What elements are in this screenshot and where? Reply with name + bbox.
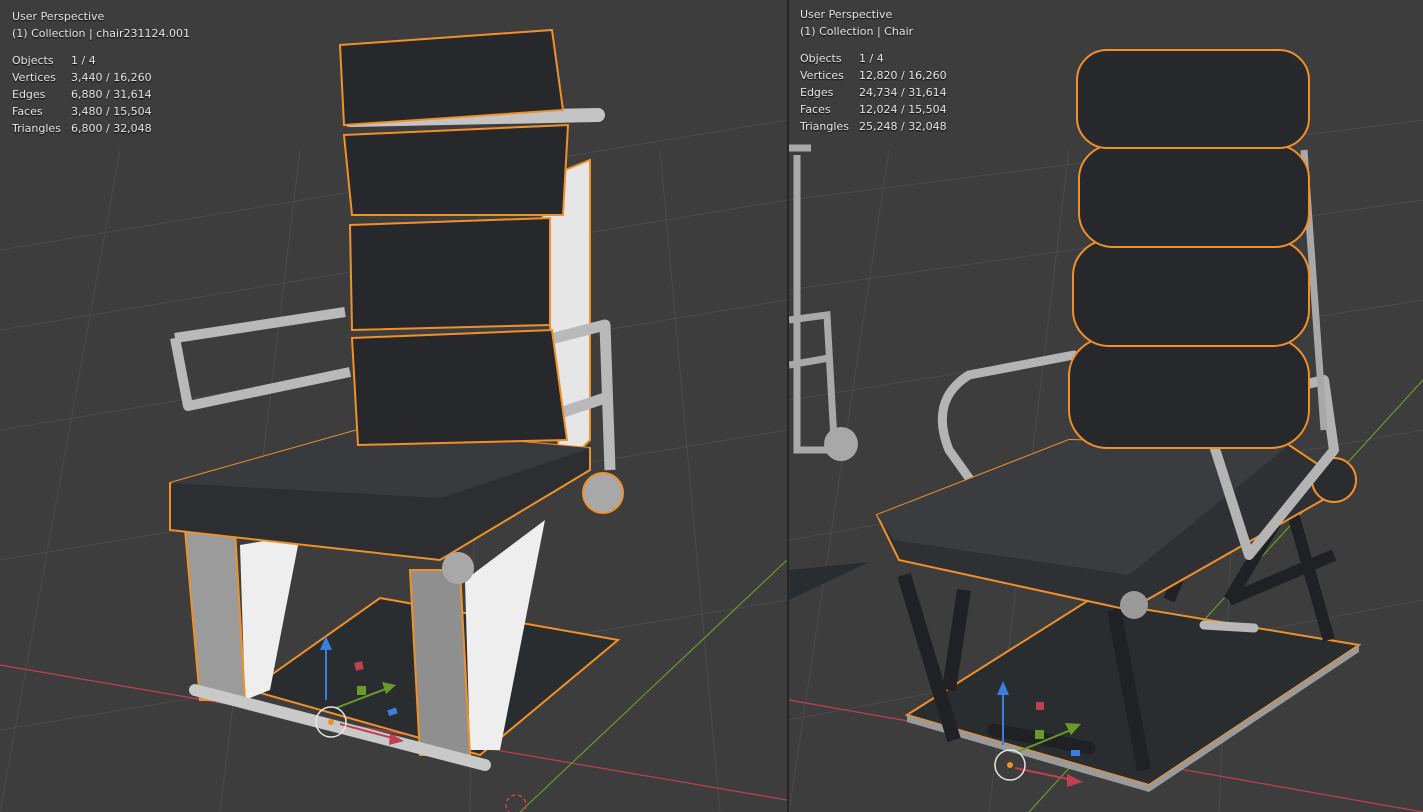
partial-base [789, 562, 869, 600]
backrest-pad-1 [1076, 49, 1310, 149]
stats-row: Faces 12,024 / 15,504 [800, 101, 947, 118]
stat-label: Objects [800, 52, 842, 65]
partial-knob [824, 427, 858, 461]
backrest-pad-2 [342, 123, 570, 216]
left-stats-table: Objects 1 / 4 Vertices 3,440 / 16,260 Edge… [12, 52, 152, 137]
stat-label: Edges [800, 86, 834, 99]
stat-value: 3,480 / 15,504 [71, 105, 152, 118]
backrest-pad-1 [338, 28, 565, 127]
object-origin-dot [328, 719, 334, 725]
front-leg-left [183, 529, 247, 701]
seat-front-knob [442, 552, 474, 584]
stat-label: Triangles [12, 122, 61, 135]
gizmo-xz-plane[interactable] [1036, 702, 1044, 710]
right-stats-table: Objects 1 / 4 Vertices 12,820 / 16,260 Edg… [800, 50, 947, 135]
stat-label: Faces [800, 103, 831, 116]
other-chair-partial [789, 144, 869, 600]
stat-label: Vertices [12, 71, 56, 84]
stats-row: Objects 1 / 4 [12, 52, 152, 69]
chair-model-selected[interactable] [169, 28, 624, 771]
stat-value: 3,440 / 16,260 [71, 71, 152, 84]
right-viewport-info-overlay: User Perspective (1) Collection | Chair … [800, 6, 947, 135]
object-origin-dot [1007, 762, 1013, 768]
left-perspective-label: User Perspective [12, 10, 105, 23]
stat-label: Objects [12, 54, 54, 67]
stat-label: Triangles [800, 120, 849, 133]
stat-label: Edges [12, 88, 46, 101]
stat-value: 12,024 / 15,504 [859, 103, 947, 116]
stats-row: Vertices 3,440 / 16,260 [12, 69, 152, 86]
backrest-pad-2 [1078, 144, 1310, 248]
backrest-pad-4 [350, 328, 569, 447]
partial-frame [789, 144, 839, 454]
gizmo-yz-plane[interactable] [1035, 730, 1044, 739]
stat-value: 6,800 / 32,048 [71, 122, 152, 135]
right-collection-label: (1) Collection | Chair [800, 25, 914, 38]
gizmo-x-arrowhead [1067, 774, 1083, 787]
seat-right-knob [582, 472, 624, 514]
stat-value: 6,880 / 31,614 [71, 88, 152, 101]
left-viewport-info-overlay: User Perspective (1) Collection | chair2… [12, 8, 190, 137]
stats-row: Objects 1 / 4 [800, 50, 947, 67]
backrest-pad-3 [1072, 239, 1310, 347]
stat-value: 25,248 / 32,048 [859, 120, 947, 133]
gizmo-yz-plane[interactable] [357, 686, 366, 695]
stat-value: 12,820 / 16,260 [859, 69, 947, 82]
left-armrest [170, 307, 352, 411]
stats-row: Edges 24,734 / 31,614 [800, 84, 947, 101]
stat-value: 1 / 4 [71, 54, 96, 67]
stat-label: Faces [12, 105, 43, 118]
seat-front-knob [1120, 591, 1148, 619]
stat-value: 1 / 4 [859, 52, 884, 65]
chair-model-active[interactable] [875, 49, 1362, 792]
right-viewport[interactable]: User Perspective (1) Collection | Chair … [789, 0, 1423, 812]
stats-row: Faces 3,480 / 15,504 [12, 103, 152, 120]
stats-row: Vertices 12,820 / 16,260 [800, 67, 947, 84]
front-leg-right [408, 569, 472, 756]
gizmo-xy-plane[interactable] [1071, 750, 1080, 756]
backrest-pad-4 [1068, 337, 1310, 449]
stats-row: Triangles 25,248 / 32,048 [800, 118, 947, 135]
stats-row: Edges 6,880 / 31,614 [12, 86, 152, 103]
stats-row: Triangles 6,800 / 32,048 [12, 120, 152, 137]
rear-crossbar [1199, 620, 1259, 633]
right-perspective-label: User Perspective [800, 8, 893, 21]
left-collection-label: (1) Collection | chair231124.001 [12, 27, 191, 40]
left-viewport[interactable]: User Perspective (1) Collection | chair2… [0, 0, 787, 812]
stat-value: 24,734 / 31,614 [859, 86, 947, 99]
backrest-pad-3 [348, 216, 551, 332]
stat-label: Vertices [800, 69, 844, 82]
